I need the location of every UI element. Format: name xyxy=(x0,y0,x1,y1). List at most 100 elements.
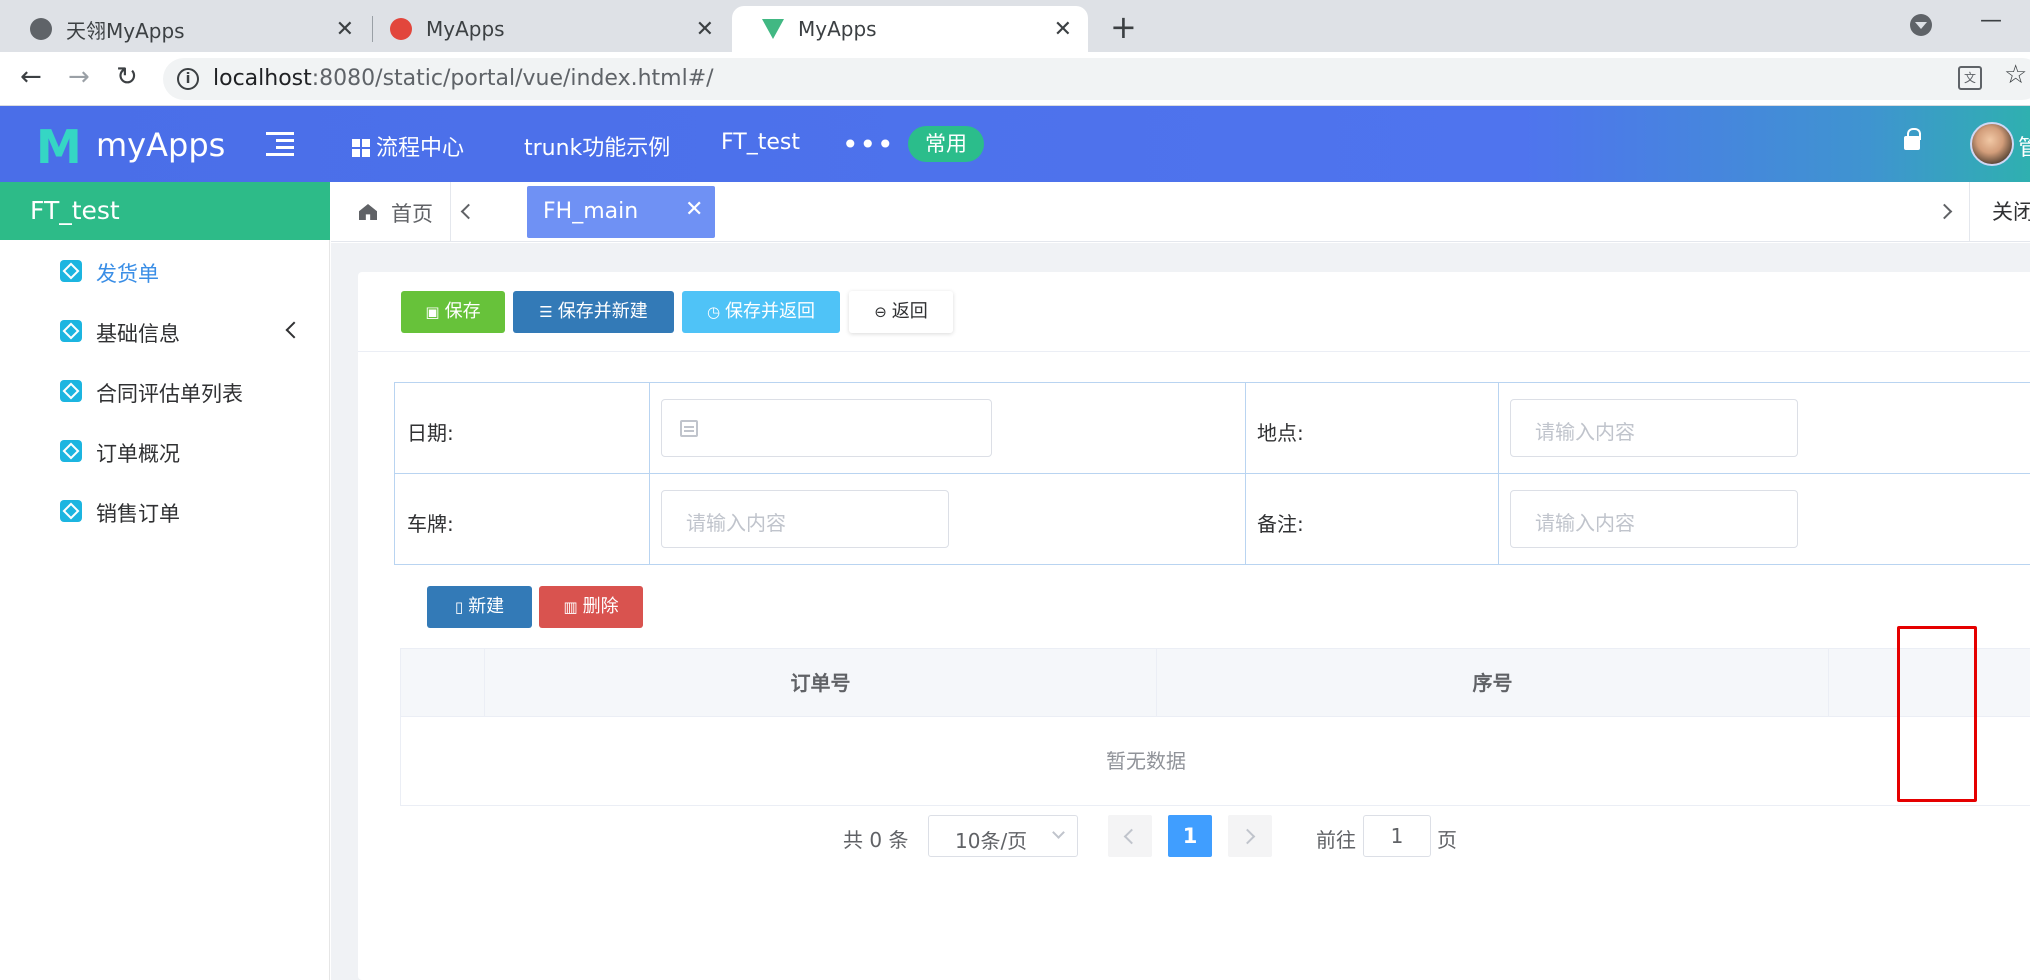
reload-icon[interactable]: ↻ xyxy=(116,62,138,92)
back-button[interactable]: ⊖ 返回 xyxy=(849,291,953,333)
table-header: 订单号 序号 xyxy=(401,649,2030,717)
new-tab-icon[interactable]: + xyxy=(1110,8,1137,46)
sidebar-item-contract-eval[interactable]: 合同评估单列表 xyxy=(0,370,330,410)
plate-field[interactable]: 请输入内容 xyxy=(661,490,949,548)
page-tabstrip: 首页 FH_main ✕ 关闭 xyxy=(331,182,2030,242)
divider xyxy=(1498,383,1499,564)
column-seq-no[interactable]: 序号 xyxy=(1157,649,1829,717)
page-size-value: 10条/页 xyxy=(955,829,1028,853)
info-icon[interactable]: i xyxy=(177,68,199,90)
chevron-right-icon[interactable] xyxy=(1936,203,1953,220)
sidebar-item-basic-info[interactable]: 基础信息 xyxy=(0,310,330,350)
clock-icon: ◷ xyxy=(706,303,721,321)
chevron-left-icon[interactable] xyxy=(285,321,303,339)
close-icon[interactable]: ✕ xyxy=(336,17,354,42)
browser-tab-2[interactable]: MyApps ✕ xyxy=(360,6,730,52)
close-icon[interactable]: ✕ xyxy=(685,197,703,222)
tab-search-icon[interactable] xyxy=(1910,14,1932,36)
sidebar-item-delivery-note[interactable]: 发货单 xyxy=(0,250,330,290)
divider xyxy=(395,473,2030,474)
grid-icon xyxy=(352,139,370,157)
tab-fh-main[interactable]: FH_main ✕ xyxy=(527,186,715,238)
translate-icon[interactable]: 文 xyxy=(1958,66,1982,90)
browser-tab-3[interactable]: MyApps ✕ xyxy=(732,6,1088,52)
remark-placeholder: 请输入内容 xyxy=(1535,511,1635,535)
sidebar-item-label: 订单概况 xyxy=(96,442,180,466)
cube-icon xyxy=(60,440,82,462)
goto-label: 前往 xyxy=(1316,828,1356,852)
empty-text: 暂无数据 xyxy=(1106,749,1186,773)
myapps-favicon-icon xyxy=(390,18,412,40)
sidebar-item-sales-order[interactable]: 销售订单 xyxy=(0,490,330,530)
prev-page-button[interactable] xyxy=(1108,815,1152,857)
bookmark-star-icon[interactable]: ☆ xyxy=(2004,60,2027,90)
remark-field[interactable]: 请输入内容 xyxy=(1510,490,1798,548)
menu-ft-test[interactable]: FT_test xyxy=(721,130,800,155)
save-and-return-button[interactable]: ◷ 保存并返回 xyxy=(682,291,840,333)
menu-trunk-demo[interactable]: trunk功能示例 xyxy=(524,130,670,162)
divider xyxy=(649,383,650,564)
favorites-button[interactable]: 常用 xyxy=(908,126,984,162)
globe-icon xyxy=(30,18,52,40)
delete-row-button[interactable]: ▥ 删除 xyxy=(539,586,643,628)
app-header: M myApps 流程中心 trunk功能示例 FT_test ••• 常用 管 xyxy=(0,106,2030,182)
forward-arrow-icon[interactable]: → xyxy=(68,62,90,92)
cube-icon xyxy=(60,320,82,342)
minimize-icon[interactable]: — xyxy=(1980,8,2002,33)
browser-tab-title: 天翎MyApps xyxy=(66,18,185,43)
next-page-button[interactable] xyxy=(1228,815,1272,857)
sidebar-item-label: 销售订单 xyxy=(96,502,180,526)
page-suffix: 页 xyxy=(1437,828,1457,852)
avatar[interactable] xyxy=(1970,122,2014,166)
date-picker[interactable] xyxy=(661,399,992,457)
location-field[interactable]: 请输入内容 xyxy=(1510,399,1798,457)
logo-text: myApps xyxy=(96,126,226,164)
circle-arrow-left-icon: ⊖ xyxy=(874,303,887,321)
new-row-button[interactable]: ▯ 新建 xyxy=(427,586,532,628)
page-size-select[interactable]: 10条/页 xyxy=(928,815,1078,857)
subgrid-table: 订单号 序号 暂无数据 xyxy=(400,648,2030,806)
floppy-icon: ▣ xyxy=(425,303,440,321)
more-icon[interactable]: ••• xyxy=(842,128,895,161)
close-icon[interactable]: ✕ xyxy=(1054,17,1072,42)
date-label: 日期: xyxy=(407,421,454,445)
tab-home-label: 首页 xyxy=(391,202,433,226)
browser-tab-title: MyApps xyxy=(426,17,505,41)
close-icon[interactable]: ✕ xyxy=(696,17,714,42)
browser-tab-title: MyApps xyxy=(798,17,877,41)
select-column[interactable] xyxy=(401,649,485,717)
remark-label: 备注: xyxy=(1257,512,1304,536)
menu-process-center[interactable]: 流程中心 xyxy=(352,130,464,162)
sidebar-item-label: 基础信息 xyxy=(96,322,180,346)
save-and-new-button[interactable]: ☰ 保存并新建 xyxy=(513,291,674,333)
sidebar-item-order-overview[interactable]: 订单概况 xyxy=(0,430,330,470)
lock-icon[interactable] xyxy=(1904,128,1921,150)
calendar-icon xyxy=(680,420,698,437)
menu-collapse-icon[interactable] xyxy=(266,132,294,156)
pagination-total: 共 0 条 xyxy=(843,828,909,852)
sidebar-item-label: 合同评估单列表 xyxy=(96,382,243,406)
page-number-current[interactable]: 1 xyxy=(1168,815,1212,857)
column-order-no[interactable]: 订单号 xyxy=(485,649,1157,717)
home-icon xyxy=(359,204,377,220)
close-tabs-button[interactable]: 关闭 xyxy=(1969,182,2030,242)
address-bar: ← → ↻ i localhost:8080/static/portal/vue… xyxy=(0,52,2030,106)
cube-icon xyxy=(60,260,82,282)
location-placeholder: 请输入内容 xyxy=(1535,420,1635,444)
browser-tabbar: 天翎MyApps ✕ MyApps ✕ MyApps ✕ + — xyxy=(0,0,2030,52)
goto-page-input[interactable]: 1 xyxy=(1363,815,1431,857)
chevron-left-icon[interactable] xyxy=(460,203,477,220)
browser-tab-1[interactable]: 天翎MyApps ✕ xyxy=(0,6,370,52)
location-label: 地点: xyxy=(1257,421,1304,445)
url-text: localhost:8080/static/portal/vue/index.h… xyxy=(213,66,714,91)
url-field[interactable]: i localhost:8080/static/portal/vue/index… xyxy=(163,58,2030,100)
back-arrow-icon[interactable]: ← xyxy=(20,62,42,92)
user-name[interactable]: 管 xyxy=(2018,130,2030,162)
tab-home[interactable]: 首页 xyxy=(331,182,451,242)
highlight-annotation xyxy=(1897,626,1977,802)
cube-icon xyxy=(60,380,82,402)
trash-icon: ▥ xyxy=(563,598,578,616)
save-button[interactable]: ▣ 保存 xyxy=(401,291,505,333)
tab-label: FH_main xyxy=(543,199,639,224)
divider xyxy=(1245,383,1246,564)
